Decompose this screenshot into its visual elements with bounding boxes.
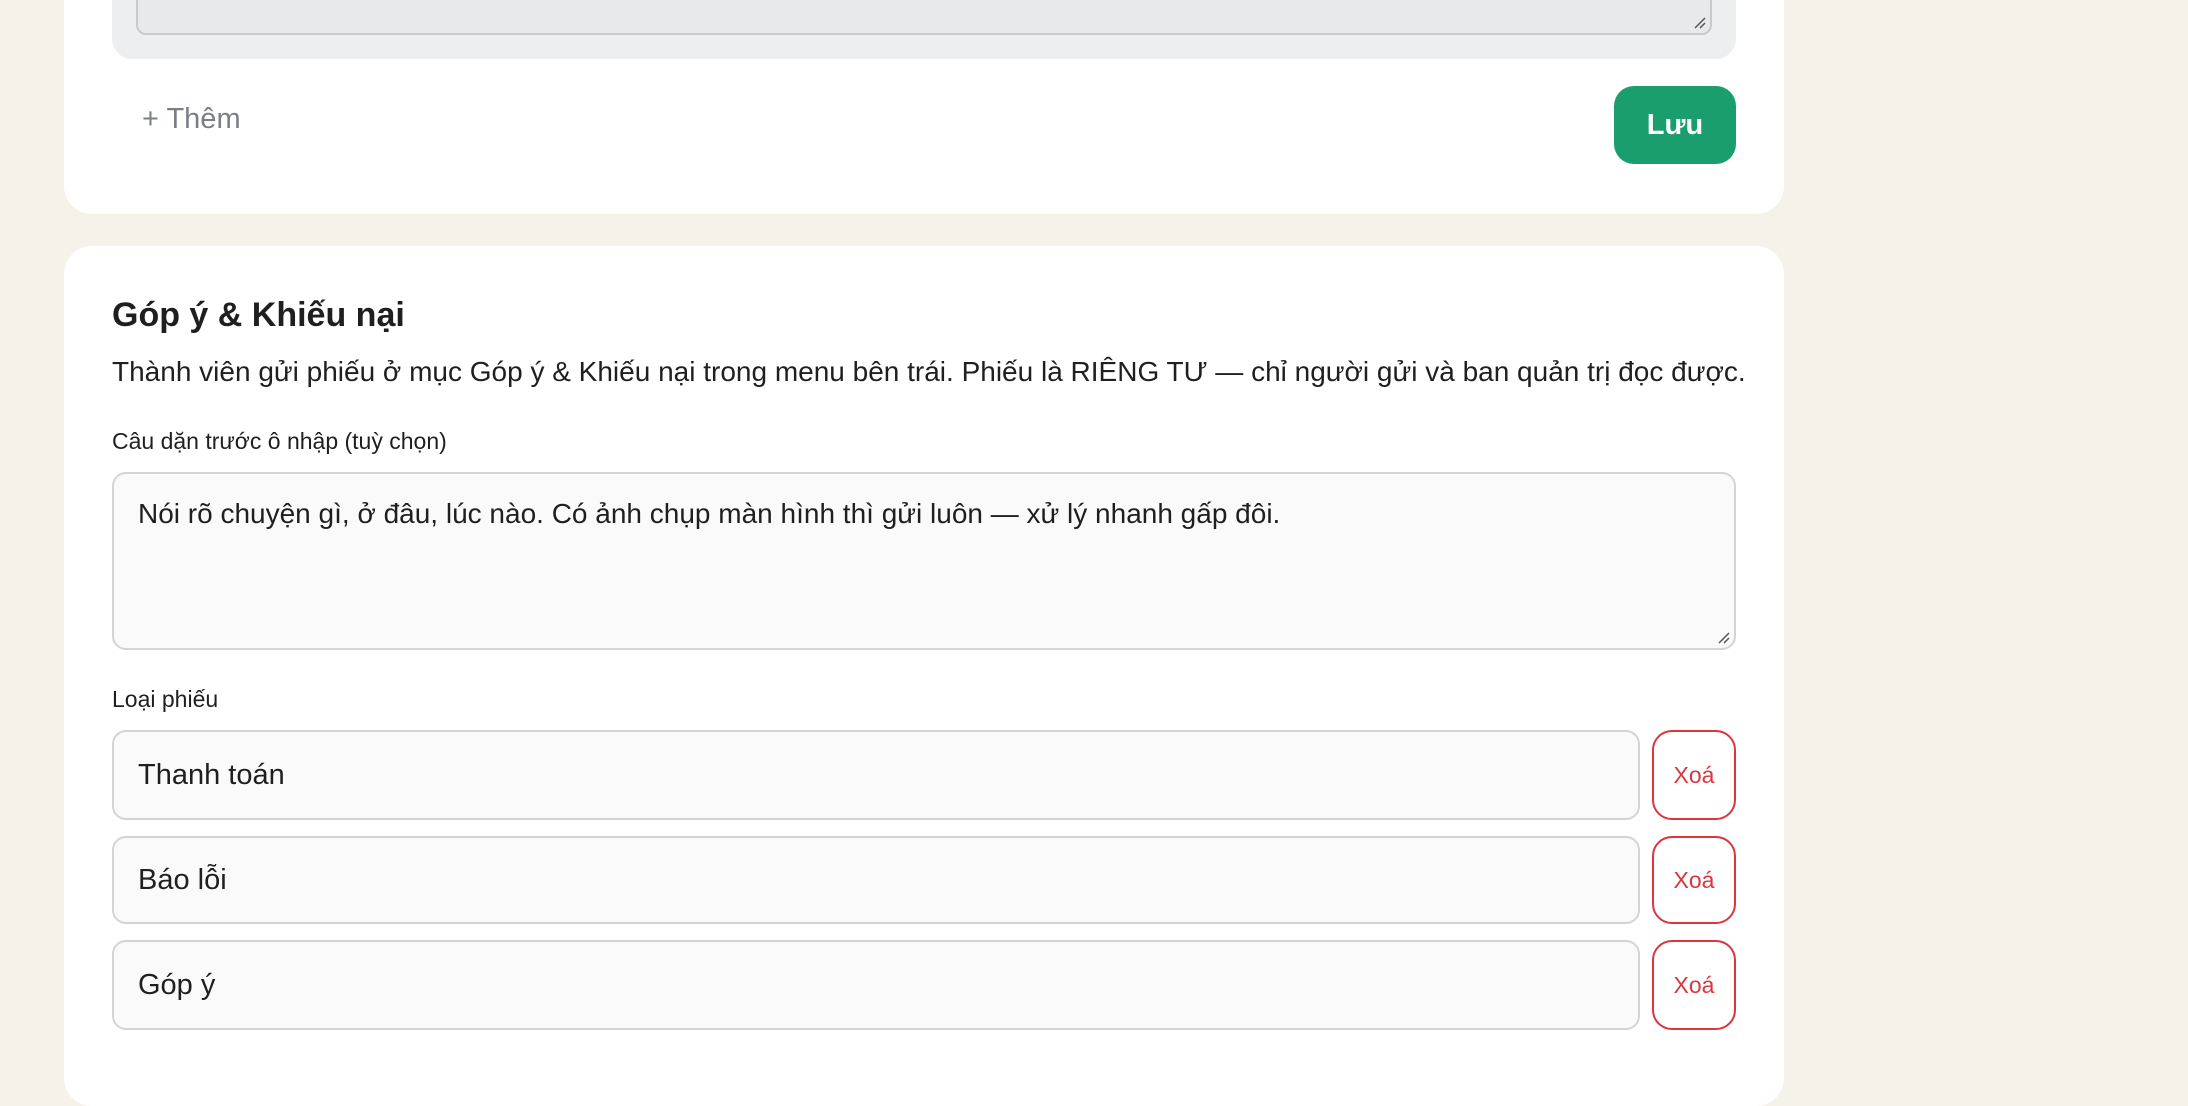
hint-textarea[interactable]: Nói rõ chuyện gì, ở đâu, lúc nào. Có ảnh…: [112, 472, 1736, 650]
ticket-type-row: Thanh toán Xoá: [112, 730, 1736, 820]
ticket-type-input[interactable]: Báo lỗi: [112, 836, 1640, 924]
ticket-type-row: Báo lỗi Xoá: [112, 836, 1736, 926]
delete-ticket-type-button[interactable]: Xoá: [1652, 836, 1736, 924]
ticket-type-row: Góp ý Xoá: [112, 940, 1736, 1030]
ticket-type-input[interactable]: Thanh toán: [112, 730, 1640, 820]
delete-ticket-type-button[interactable]: Xoá: [1652, 730, 1736, 820]
ticket-type-value: Thanh toán: [138, 758, 285, 791]
delete-ticket-type-button[interactable]: Xoá: [1652, 940, 1736, 1030]
previous-field-panel: [112, 0, 1736, 59]
resize-grip-icon[interactable]: [1692, 15, 1706, 29]
previous-textarea[interactable]: [136, 0, 1712, 35]
ticket-type-input[interactable]: Góp ý: [112, 940, 1640, 1030]
hint-textarea-value: Nói rõ chuyện gì, ở đâu, lúc nào. Có ảnh…: [138, 498, 1281, 529]
ticket-type-value: Góp ý: [138, 968, 216, 1001]
add-button[interactable]: + Thêm: [142, 103, 241, 136]
resize-grip-icon[interactable]: [1716, 630, 1730, 644]
section-description: Thành viên gửi phiếu ở mục Góp ý & Khiếu…: [112, 356, 1746, 387]
feedback-settings-card: Góp ý & Khiếu nại Thành viên gửi phiếu ở…: [64, 246, 1784, 1106]
ticket-type-value: Báo lỗi: [138, 863, 227, 896]
previous-settings-card: + Thêm Lưu: [64, 0, 1784, 214]
section-title: Góp ý & Khiếu nại: [112, 296, 405, 334]
save-button[interactable]: Lưu: [1614, 86, 1736, 164]
hint-field-label: Câu dặn trước ô nhập (tuỳ chọn): [112, 428, 447, 454]
ticket-types-label: Loại phiếu: [112, 686, 219, 712]
